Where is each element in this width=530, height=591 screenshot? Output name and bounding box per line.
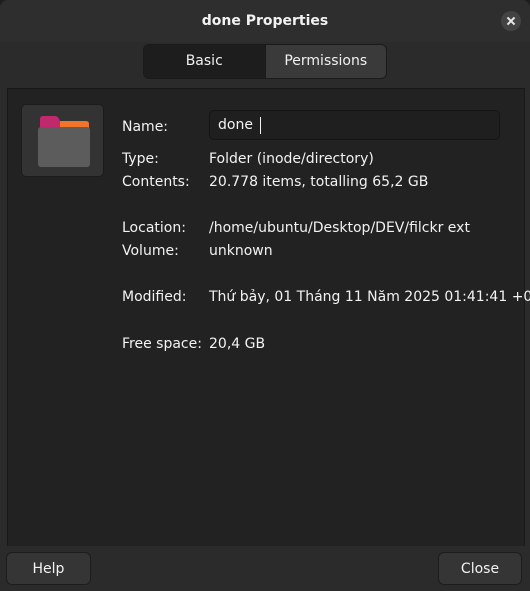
location-value[interactable]: /home/ubuntu/Desktop/DEV/filckr ext bbox=[209, 220, 470, 236]
modified-value: Thứ bảy, 01 Tháng 11 Năm 2025 01:41:41 +… bbox=[209, 289, 530, 305]
close-icon[interactable] bbox=[501, 11, 521, 31]
volume-value: unknown bbox=[209, 243, 273, 259]
text-cursor bbox=[260, 117, 261, 134]
type-label: Type: bbox=[122, 151, 159, 167]
close-button[interactable]: Close bbox=[438, 552, 522, 585]
tab-basic[interactable]: Basic bbox=[144, 45, 265, 78]
contents-label: Contents: bbox=[122, 174, 190, 190]
volume-label: Volume: bbox=[122, 243, 179, 259]
name-label: Name: bbox=[122, 119, 169, 135]
modified-label: Modified: bbox=[122, 289, 187, 305]
location-label: Location: bbox=[122, 220, 186, 236]
window-title: done Properties bbox=[201, 13, 329, 29]
name-field[interactable] bbox=[209, 110, 500, 140]
tab-switcher: Basic Permissions bbox=[143, 44, 387, 79]
free-space-label: Free space: bbox=[122, 336, 202, 352]
title-bar: done Properties bbox=[0, 0, 530, 42]
folder-icon bbox=[38, 116, 90, 167]
contents-value: 20.778 items, totalling 65,2 GB bbox=[209, 174, 429, 190]
dialog-footer: Help Close bbox=[0, 546, 530, 591]
properties-dialog: done Properties Basic Permissions Name: … bbox=[0, 0, 530, 591]
type-value: Folder (inode/directory) bbox=[209, 151, 374, 167]
folder-icon-button[interactable] bbox=[21, 104, 104, 177]
help-button[interactable]: Help bbox=[6, 552, 91, 585]
free-space-value: 20,4 GB bbox=[209, 336, 266, 352]
basic-panel: Name: Type: Folder (inode/directory) Con… bbox=[7, 88, 530, 548]
tab-permissions[interactable]: Permissions bbox=[264, 45, 386, 78]
